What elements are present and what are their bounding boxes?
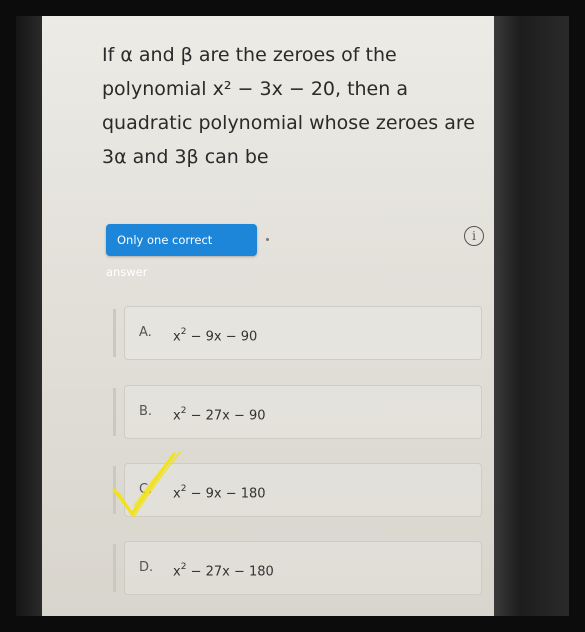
option-expression: x2 − 27x − 90 bbox=[173, 406, 266, 424]
question-line-4: 3α and 3β can be bbox=[102, 146, 269, 168]
phone-bezel-right bbox=[494, 16, 569, 616]
option-letter: A. bbox=[139, 325, 152, 340]
option-marker bbox=[113, 388, 116, 436]
separator-dot bbox=[266, 238, 269, 241]
option-expression: x2 − 9x − 90 bbox=[173, 327, 258, 345]
phone-bezel-left bbox=[16, 16, 42, 616]
option-expression: x2 − 27x − 180 bbox=[173, 562, 274, 580]
option-a[interactable]: A. x2 − 9x − 90 bbox=[113, 306, 482, 360]
option-letter: B. bbox=[139, 404, 153, 419]
answer-type-badge: Only one correct answer bbox=[106, 224, 257, 279]
option-d[interactable]: D. x2 − 27x − 180 bbox=[113, 541, 482, 595]
option-letter: D. bbox=[139, 560, 154, 575]
question-line-2: polynomial x² − 3x − 20, then a bbox=[102, 78, 408, 100]
option-b[interactable]: B. x2 − 27x − 90 bbox=[113, 385, 482, 439]
info-icon[interactable]: i bbox=[464, 226, 484, 246]
phone-screen: If α and β are the zeroes of the polynom… bbox=[42, 16, 510, 616]
question-line-1: If α and β are the zeroes of the bbox=[102, 44, 397, 66]
photo-frame: If α and β are the zeroes of the polynom… bbox=[16, 16, 569, 616]
checkmark-icon bbox=[112, 451, 181, 518]
option-marker bbox=[113, 544, 116, 592]
question-text: If α and β are the zeroes of the polynom… bbox=[102, 38, 492, 174]
option-marker bbox=[113, 309, 116, 357]
question-line-3: quadratic polynomial whose zeroes are bbox=[102, 112, 475, 134]
